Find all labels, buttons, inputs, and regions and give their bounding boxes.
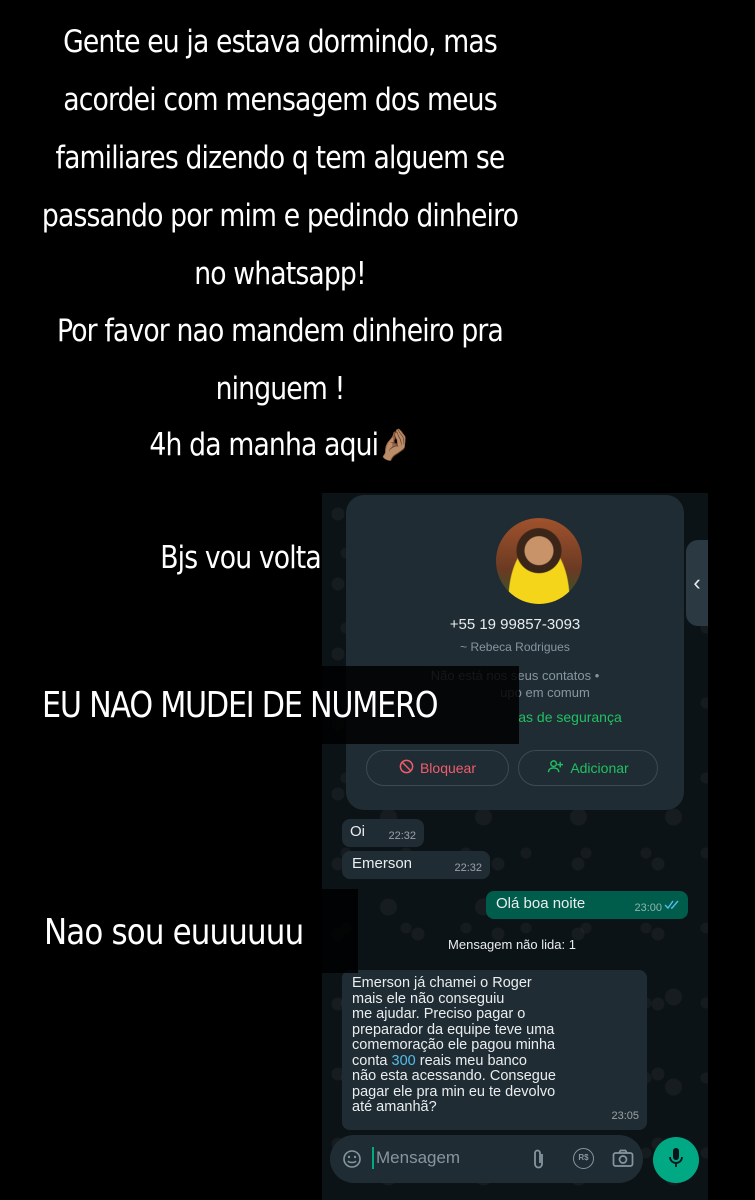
add-person-icon [547, 759, 564, 777]
message-line: até amanhã? [352, 1099, 437, 1115]
story-line: Gente eu ja estava dormindo, mas [63, 24, 498, 60]
read-receipt-icon [664, 897, 680, 914]
message-text: Oi [350, 823, 365, 840]
message-outgoing[interactable]: Olá boa noite 23:00 [486, 891, 688, 919]
message-line: pagar ele pra min eu te devolvo [352, 1083, 556, 1100]
overlay-label-not-me: Nao sou euuuuuu [28, 889, 358, 973]
contact-phone: +55 19 99857-3093 [449, 616, 581, 633]
story-line: acordei com mensagem dos meus [63, 82, 497, 118]
overlay-text: Nao sou euuuuuu [44, 912, 304, 953]
unread-divider: Mensagem não lida: 1 [448, 937, 576, 952]
message-text: Emerson [352, 855, 413, 872]
story-line: familiares dizendo q tem alguem se [55, 140, 506, 176]
message-incoming-long[interactable]: Emerson já chamei o Roger mais ele não c… [342, 970, 647, 1130]
message-line: mais ele não conseguiu [352, 990, 505, 1007]
overlay-label-number: EU NAO MUDEI DE NUMERO [22, 666, 519, 744]
message-line: conta 300 reais meu banco [352, 1052, 527, 1069]
message-line: Emerson já chamei o Roger [352, 975, 532, 991]
story-line: ninguem ! [215, 371, 346, 407]
message-incoming[interactable]: Emerson 22:32 [342, 851, 490, 879]
message-line: me ajudar. Preciso pagar o [352, 1006, 526, 1022]
text-cursor [372, 1147, 374, 1169]
message-line: preparador da equipe teve uma [352, 1021, 555, 1038]
message-input-bar: Mensagem R$ [330, 1135, 643, 1183]
message-time: 23:00 [634, 902, 662, 914]
add-label: Adicionar [570, 760, 629, 776]
message-line: comemoração ele pagou minha [352, 1037, 556, 1053]
contact-avatar[interactable] [496, 518, 582, 604]
amount-link[interactable]: 300 [392, 1053, 416, 1069]
unknown-contact-card: +55 19 99857-3093 ~ Rebeca Rodrigues Não… [346, 495, 684, 810]
message-line: não esta acessando. Consegue [352, 1068, 556, 1084]
add-contact-button[interactable]: Adicionar [518, 750, 658, 786]
story-line: Por favor nao mandem dinheiro pra [56, 313, 504, 349]
attach-icon[interactable] [532, 1148, 546, 1175]
block-icon [399, 759, 414, 777]
mic-button[interactable] [653, 1137, 699, 1183]
message-time: 22:32 [454, 862, 482, 874]
whatsapp-screenshot: +55 19 99857-3093 ~ Rebeca Rodrigues Não… [322, 493, 708, 1200]
block-button[interactable]: Bloquear [366, 750, 509, 786]
message-time: 22:32 [388, 830, 416, 842]
camera-icon[interactable] [612, 1149, 634, 1173]
story-line: passando por mim e pedindo dinheiro [41, 198, 519, 234]
story-line-text: 4h da manha aqui [149, 427, 379, 463]
emoji-icon[interactable] [342, 1149, 362, 1174]
contact-name: ~ Rebeca Rodrigues [460, 640, 570, 654]
chevron-left-icon: ‹ [693, 570, 701, 595]
overlay-text: EU NAO MUDEI DE NUMERO [42, 685, 439, 726]
pinched-fingers-emoji-icon: 🤌🏽 [378, 427, 411, 463]
message-incoming[interactable]: Oi 22:32 [342, 819, 424, 847]
message-input[interactable]: Mensagem [376, 1148, 460, 1168]
message-time: 23:05 [611, 1109, 639, 1122]
payment-icon[interactable]: R$ [573, 1148, 594, 1169]
message-text: Olá boa noite [496, 895, 586, 912]
side-panel-tab[interactable]: ‹ [686, 540, 708, 626]
story-line-time: 4h da manha aqui🤌🏽 [39, 430, 521, 461]
story-line: no whatsapp! [194, 256, 366, 292]
microphone-icon [668, 1147, 684, 1174]
block-label: Bloquear [419, 760, 477, 776]
